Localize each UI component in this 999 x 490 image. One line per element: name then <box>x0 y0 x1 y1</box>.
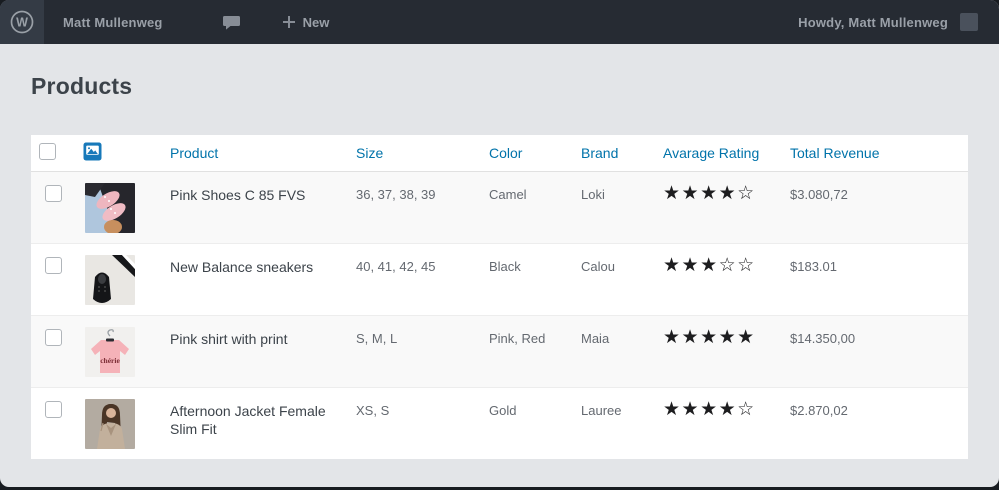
product-image-female-jacket <box>85 398 135 449</box>
column-header-color[interactable]: Color <box>481 135 573 172</box>
product-name[interactable]: Pink shirt with print <box>162 314 348 387</box>
table-row: chérie Pink shirt with print S, M, L Pin… <box>31 314 968 387</box>
svg-text:W: W <box>16 15 28 29</box>
product-name[interactable]: Afternoon Jacket Female Slim Fit <box>162 386 348 459</box>
page-title: Products <box>31 73 133 99</box>
app-window: W Matt Mullenweg New Howdy, Matt Mullenw… <box>0 0 999 487</box>
product-color: Camel <box>489 186 527 202</box>
column-header-product[interactable]: Product <box>162 135 348 172</box>
product-color: Gold <box>481 386 573 459</box>
new-content-button[interactable]: New <box>282 14 330 30</box>
wordpress-menu-button[interactable]: W <box>0 0 44 44</box>
account-menu[interactable]: Howdy, Matt Mullenweg <box>798 15 948 30</box>
product-color: Pink, Red <box>481 314 573 387</box>
row-checkbox[interactable] <box>45 328 62 346</box>
product-size: XS, S <box>348 386 481 459</box>
row-checkbox[interactable] <box>45 184 62 202</box>
product-size: 40, 41, 42, 45 <box>348 242 481 315</box>
product-image-black-sneakers <box>85 254 135 305</box>
products-table: Product Size Color Brand Avarage Rating … <box>31 135 968 459</box>
product-image-pink-shoes <box>85 182 135 233</box>
plus-icon <box>282 16 295 28</box>
product-image-pink-shirt: chérie <box>85 326 135 377</box>
product-color: Black <box>481 242 573 315</box>
comments-button[interactable] <box>222 15 240 30</box>
admin-bar: W Matt Mullenweg New Howdy, Matt Mullenw… <box>0 0 999 44</box>
row-checkbox[interactable] <box>45 400 62 418</box>
product-rating-stars: ★★★★★ <box>655 314 782 387</box>
page-content: Products Product Size Color Brand Avarag… <box>0 44 999 459</box>
product-brand: Maia <box>573 314 655 387</box>
admin-bar-site-name[interactable]: Matt Mullenweg <box>63 15 163 30</box>
table-header-row: Product Size Color Brand Avarage Rating … <box>31 135 968 172</box>
product-revenue: $183.01 <box>782 242 968 315</box>
table-row: Pink Shoes C 85 FVS 36, 37, 38, 39 Camel… <box>31 171 968 243</box>
product-brand: Loki <box>581 186 605 202</box>
product-revenue: $2.870,02 <box>782 386 968 459</box>
product-rating-stars: ★★★★☆ <box>663 182 756 204</box>
product-rating-stars: ★★★★☆ <box>655 386 782 459</box>
table-row: New Balance sneakers 40, 41, 42, 45 Blac… <box>31 242 968 315</box>
column-header-size[interactable]: Size <box>348 135 481 172</box>
new-button-label: New <box>302 14 330 30</box>
product-brand: Lauree <box>573 386 655 459</box>
shirt-print-text: chérie <box>100 356 120 365</box>
select-all-checkbox[interactable] <box>39 142 56 160</box>
image-column-icon <box>83 142 102 161</box>
product-revenue: $3.080,72 <box>790 186 848 202</box>
row-checkbox[interactable] <box>45 256 62 274</box>
product-rating-stars: ★★★☆☆ <box>655 242 782 315</box>
comment-bubble-icon <box>222 15 240 30</box>
product-size: S, M, L <box>348 314 481 387</box>
table-row: Afternoon Jacket Female Slim Fit XS, S G… <box>31 386 968 459</box>
product-name[interactable]: Pink Shoes C 85 FVS <box>162 171 348 243</box>
column-header-brand[interactable]: Brand <box>573 135 655 172</box>
product-brand: Calou <box>573 242 655 315</box>
product-size: 36, 37, 38, 39 <box>356 186 436 202</box>
product-revenue: $14.350,00 <box>782 314 968 387</box>
product-name[interactable]: New Balance sneakers <box>162 242 348 315</box>
column-header-rating[interactable]: Avarage Rating <box>655 135 782 172</box>
column-header-revenue[interactable]: Total Revenue <box>782 135 968 172</box>
wordpress-logo-icon: W <box>10 10 34 34</box>
user-avatar[interactable] <box>960 13 978 31</box>
